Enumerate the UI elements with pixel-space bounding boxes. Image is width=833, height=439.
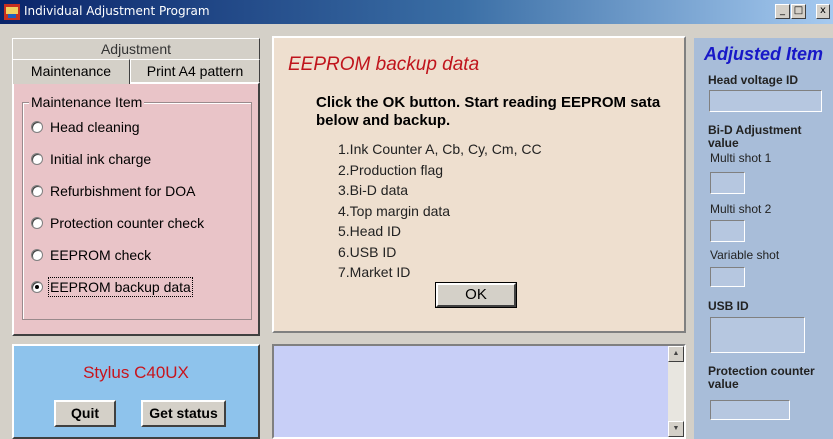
adjusted-item-panel: Adjusted Item Head voltage ID Bi-D Adjus… <box>694 38 833 439</box>
radio-selected-icon[interactable] <box>31 281 43 293</box>
multi-shot-1-field <box>710 172 745 194</box>
panel-title: EEPROM backup data <box>288 54 480 75</box>
bid-adjustment-label-value: value <box>708 136 739 150</box>
info-panel: EEPROM backup data Click the OK button. … <box>272 36 686 333</box>
multi-shot-1-label: Multi shot 1 <box>710 151 772 165</box>
tab-control: Adjustment Maintenance Print A4 pattern … <box>12 38 260 336</box>
maintenance-item-group: Maintenance Item Head cleaning Initial i… <box>22 94 252 320</box>
maximize-button[interactable]: □ <box>791 4 806 19</box>
printer-model-label: Stylus C40UX <box>83 363 189 382</box>
tab-maintenance[interactable]: Maintenance <box>12 59 130 84</box>
scroll-down-arrow-icon[interactable]: ▼ <box>668 421 684 437</box>
radio-label: Refurbishment for DOA <box>50 183 196 199</box>
app-icon <box>4 4 20 20</box>
usb-id-field <box>710 317 805 353</box>
radio-circle-icon[interactable] <box>31 121 43 133</box>
tab-adjustment[interactable]: Adjustment <box>12 38 260 59</box>
list-item: 5.Head ID <box>338 223 402 239</box>
radio-protection-counter-check[interactable]: Protection counter check <box>31 213 204 233</box>
list-item: 1.Ink Counter A, Cb, Cy, Cm, CC <box>338 141 542 157</box>
vertical-scrollbar[interactable]: ▲ ▼ <box>668 346 684 437</box>
multi-shot-2-label: Multi shot 2 <box>710 202 772 216</box>
scroll-up-arrow-icon[interactable]: ▲ <box>668 346 684 362</box>
usb-id-label: USB ID <box>708 299 749 313</box>
radio-circle-icon[interactable] <box>31 153 43 165</box>
list-item: 7.Market ID <box>338 264 411 280</box>
get-status-button[interactable]: Get status <box>141 400 226 427</box>
list-item: 3.Bi-D data <box>338 182 409 198</box>
radio-circle-icon[interactable] <box>31 185 43 197</box>
adjusted-item-title: Adjusted Item <box>704 44 824 64</box>
radio-eeprom-backup-data[interactable]: EEPROM backup data <box>31 277 193 297</box>
radio-circle-icon[interactable] <box>31 217 43 229</box>
group-title: Maintenance Item <box>29 94 145 110</box>
status-panel: Stylus C40UX Quit Get status <box>12 344 260 439</box>
title-bar: Individual Adjustment Program _ □ x <box>0 0 833 24</box>
radio-label: Initial ink charge <box>50 151 152 167</box>
log-textarea[interactable]: ▲ ▼ <box>272 344 686 439</box>
multi-shot-2-field <box>710 220 745 242</box>
radio-label: EEPROM backup data <box>48 277 193 297</box>
window-title: Individual Adjustment Program <box>24 4 210 18</box>
head-voltage-label: Head voltage ID <box>708 73 799 87</box>
protection-counter-label-value: value <box>708 377 739 391</box>
radio-refurbishment-for-doa[interactable]: Refurbishment for DOA <box>31 181 196 201</box>
radio-label: Head cleaning <box>50 119 140 135</box>
list-item: 4.Top margin data <box>338 202 451 219</box>
radio-initial-ink-charge[interactable]: Initial ink charge <box>31 149 151 169</box>
variable-shot-field <box>710 267 745 287</box>
radio-eeprom-check[interactable]: EEPROM check <box>31 245 151 265</box>
radio-label: Protection counter check <box>50 215 205 231</box>
list-item: 6.USB ID <box>338 243 397 260</box>
close-button[interactable]: x <box>816 4 830 19</box>
variable-shot-label: Variable shot <box>710 248 780 262</box>
list-item: 2.Production flag <box>338 161 444 178</box>
radio-head-cleaning[interactable]: Head cleaning <box>31 117 140 137</box>
maintenance-tab-panel: Maintenance Item Head cleaning Initial i… <box>12 82 260 336</box>
instruction-message: Click the OK button. Start reading EEPRO… <box>316 94 661 129</box>
quit-button[interactable]: Quit <box>54 400 116 427</box>
radio-label: EEPROM check <box>50 247 152 263</box>
radio-circle-icon[interactable] <box>31 249 43 261</box>
head-voltage-field <box>709 90 822 112</box>
backup-item-list: 1.Ink Counter A, Cb, Cy, Cm, CC 2.Produc… <box>338 139 542 283</box>
tab-print-a4-pattern[interactable]: Print A4 pattern <box>130 59 260 82</box>
minimize-button[interactable]: _ <box>775 4 790 19</box>
ok-button[interactable]: OK <box>435 282 517 308</box>
protection-counter-field <box>710 400 790 420</box>
main-window: Adjustment Maintenance Print A4 pattern … <box>0 24 833 439</box>
